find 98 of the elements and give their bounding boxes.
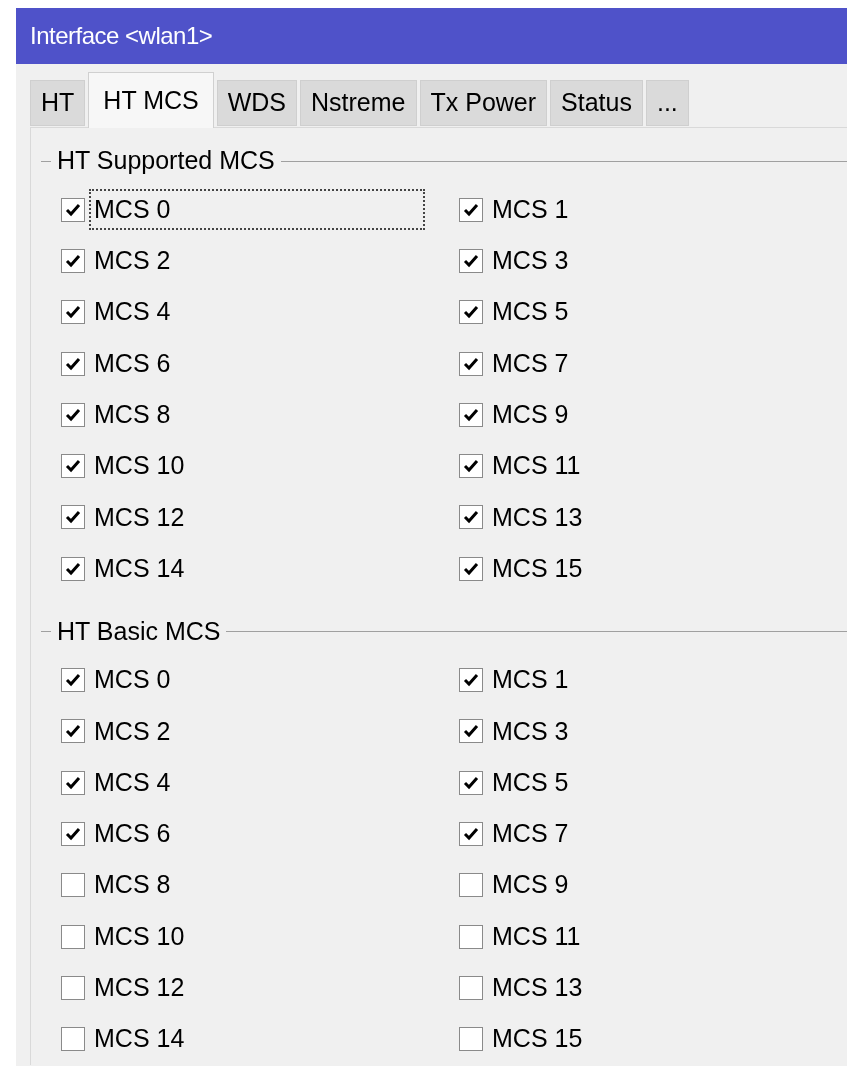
checkbox[interactable] <box>61 1027 85 1052</box>
checkbox-label: MCS 11 <box>491 920 582 952</box>
checkbox[interactable] <box>61 248 85 273</box>
checkmark-icon <box>463 561 479 576</box>
checkmark-icon <box>65 724 81 739</box>
checkbox-label: MCS 2 <box>93 245 172 277</box>
checkmark-icon <box>65 407 81 422</box>
checkbox[interactable] <box>61 924 85 949</box>
group-title: HT Supported MCS <box>56 145 276 177</box>
checkbox[interactable] <box>459 300 483 325</box>
checkmark-icon <box>65 510 81 525</box>
checkbox[interactable] <box>459 770 483 795</box>
tab[interactable]: Status <box>550 80 643 126</box>
checkbox-label: MCS 4 <box>93 296 172 328</box>
checkbox[interactable] <box>61 351 85 376</box>
checkmark-icon <box>65 826 81 841</box>
checkbox-label: MCS 6 <box>93 818 172 850</box>
checkbox-label: MCS 12 <box>93 972 186 1004</box>
checkbox-label: MCS 0 <box>89 188 425 231</box>
checkbox[interactable] <box>61 873 85 898</box>
checkbox-label: MCS 3 <box>491 245 570 277</box>
checkmark-icon <box>65 775 81 790</box>
checkbox-label: MCS 7 <box>491 818 570 850</box>
checkmark-icon <box>65 253 81 268</box>
tab[interactable]: Tx Power <box>419 80 548 126</box>
checkbox-label: MCS 13 <box>491 972 584 1004</box>
checkmark-icon <box>463 775 479 790</box>
tab[interactable]: Nstreme <box>300 80 417 126</box>
checkbox[interactable] <box>61 719 85 744</box>
checkbox-label: MCS 10 <box>93 450 186 482</box>
checkbox[interactable] <box>61 402 85 427</box>
group-title: HT Basic MCS <box>56 615 222 647</box>
checkbox-label: MCS 15 <box>491 1023 584 1055</box>
checkbox[interactable] <box>459 924 483 949</box>
checkbox-label: MCS 14 <box>93 1023 186 1055</box>
checkbox[interactable] <box>459 505 483 530</box>
checkbox[interactable] <box>459 197 483 222</box>
checkbox[interactable] <box>61 454 85 479</box>
checkbox[interactable] <box>459 719 483 744</box>
window-title: Interface <wlan1> <box>30 21 213 51</box>
checkbox[interactable] <box>459 873 483 898</box>
checkmark-icon <box>463 202 479 217</box>
checkbox-label: MCS 4 <box>93 766 172 798</box>
checkbox-label: MCS 8 <box>93 399 172 431</box>
checkbox-label: MCS 8 <box>93 869 172 901</box>
checkmark-icon <box>463 510 479 525</box>
checkmark-icon <box>65 561 81 576</box>
checkbox-label: MCS 13 <box>491 501 584 533</box>
checkbox-label: MCS 12 <box>93 501 186 533</box>
checkmark-icon <box>65 305 81 320</box>
checkbox-label: MCS 6 <box>93 347 172 379</box>
checkbox[interactable] <box>459 248 483 273</box>
checkbox-label: MCS 7 <box>491 347 570 379</box>
checkbox-label: MCS 9 <box>491 399 570 431</box>
checkbox-label: MCS 11 <box>491 450 582 482</box>
checkbox-label: MCS 15 <box>491 552 584 584</box>
checkmark-icon <box>463 356 479 371</box>
checkbox[interactable] <box>61 505 85 530</box>
checkbox[interactable] <box>61 300 85 325</box>
checkbox[interactable] <box>459 351 483 376</box>
checkmark-icon <box>65 356 81 371</box>
checkbox-label: MCS 14 <box>93 552 186 584</box>
checkbox[interactable] <box>459 668 483 692</box>
checkbox[interactable] <box>459 821 483 846</box>
checkbox-label: MCS 10 <box>93 920 186 952</box>
checkbox-label: MCS 1 <box>491 664 570 696</box>
checkbox-label: MCS 3 <box>491 715 570 747</box>
checkbox[interactable] <box>61 668 85 692</box>
checkmark-icon <box>65 202 81 217</box>
checkmark-icon <box>463 826 479 841</box>
checkbox-label: MCS 2 <box>93 715 172 747</box>
tab[interactable]: WDS <box>216 80 298 126</box>
checkmark-icon <box>463 407 479 422</box>
checkmark-icon <box>463 673 479 687</box>
checkmark-icon <box>463 459 479 474</box>
checkbox[interactable] <box>459 556 483 581</box>
checkbox-label: MCS 9 <box>491 869 570 901</box>
checkbox-label: MCS 1 <box>491 193 570 225</box>
checkbox[interactable] <box>61 770 85 795</box>
checkbox-label: MCS 5 <box>491 766 570 798</box>
checkbox[interactable] <box>459 1027 483 1052</box>
checkmark-icon <box>463 724 479 739</box>
tab[interactable]: HT MCS <box>88 72 214 128</box>
checkbox-label: MCS 0 <box>93 664 172 696</box>
checkbox[interactable] <box>459 454 483 479</box>
tab[interactable]: HT <box>30 80 86 126</box>
checkmark-icon <box>463 253 479 268</box>
checkbox[interactable] <box>61 975 85 1000</box>
checkbox[interactable] <box>61 821 85 846</box>
tab[interactable]: ... <box>645 80 689 126</box>
checkbox[interactable] <box>61 556 85 581</box>
checkmark-icon <box>65 673 81 687</box>
checkbox[interactable] <box>61 197 85 222</box>
checkmark-icon <box>65 459 81 474</box>
checkbox[interactable] <box>459 402 483 427</box>
checkbox-label: MCS 5 <box>491 296 570 328</box>
checkmark-icon <box>463 305 479 320</box>
checkbox[interactable] <box>459 975 483 1000</box>
